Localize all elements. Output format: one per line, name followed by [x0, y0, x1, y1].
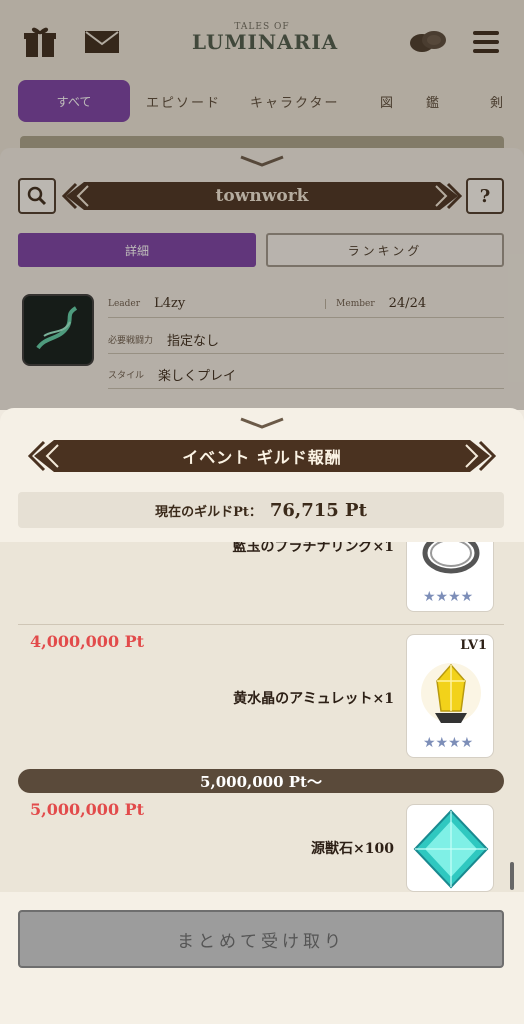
- reward-item-card[interactable]: [406, 804, 494, 892]
- reward-list[interactable]: 藍玉のプラチナリング×1 ★★★★ 4,000,000 Pt 黄水晶のアミュレッ…: [0, 542, 524, 892]
- current-guild-pt: 現在のギルドPt： 76,715 Pt: [18, 492, 504, 528]
- reward-item-name: 黄水晶のアミュレット×1: [233, 691, 394, 707]
- collapse-chevron-icon[interactable]: [237, 416, 287, 430]
- reward-threshold-pt: 4,000,000 Pt: [30, 632, 145, 651]
- item-level: LV1: [460, 638, 487, 653]
- reward-section-header: 5,000,000 Pt～: [18, 769, 504, 793]
- reward-title: イベント ギルド報酬: [182, 448, 342, 467]
- current-pt-label: 現在のギルドPt：: [155, 504, 262, 520]
- guild-reward-sheet: イベント ギルド報酬 現在のギルドPt： 76,715 Pt 藍玉のプラチナリン…: [0, 408, 524, 1024]
- scrollbar[interactable]: [510, 862, 514, 890]
- reward-item-name: 源獣石×100: [311, 841, 394, 857]
- reward-title-banner: イベント ギルド報酬: [27, 436, 497, 476]
- row-divider: [18, 624, 504, 625]
- background-screen: TALES OF LUMINARIA すべて エピソード キャラクター 図 鑑 …: [0, 0, 524, 410]
- source-beast-stone-icon: [413, 809, 489, 889]
- platinum-ring-icon: [422, 542, 480, 574]
- modal-dim-overlay[interactable]: [0, 0, 524, 410]
- reward-item-name: 藍玉のプラチナリング×1: [232, 542, 394, 555]
- current-pt-value: 76,715 Pt: [269, 499, 367, 521]
- reward-item-card[interactable]: LV1 ★★★★: [406, 634, 494, 758]
- rarity-stars: ★★★★: [423, 735, 474, 751]
- rarity-stars: ★★★★: [423, 589, 474, 605]
- reward-item-card[interactable]: ★★★★: [406, 542, 494, 612]
- claim-all-button[interactable]: まとめて受け取り: [18, 910, 504, 968]
- reward-threshold-pt: 5,000,000 Pt: [30, 800, 145, 819]
